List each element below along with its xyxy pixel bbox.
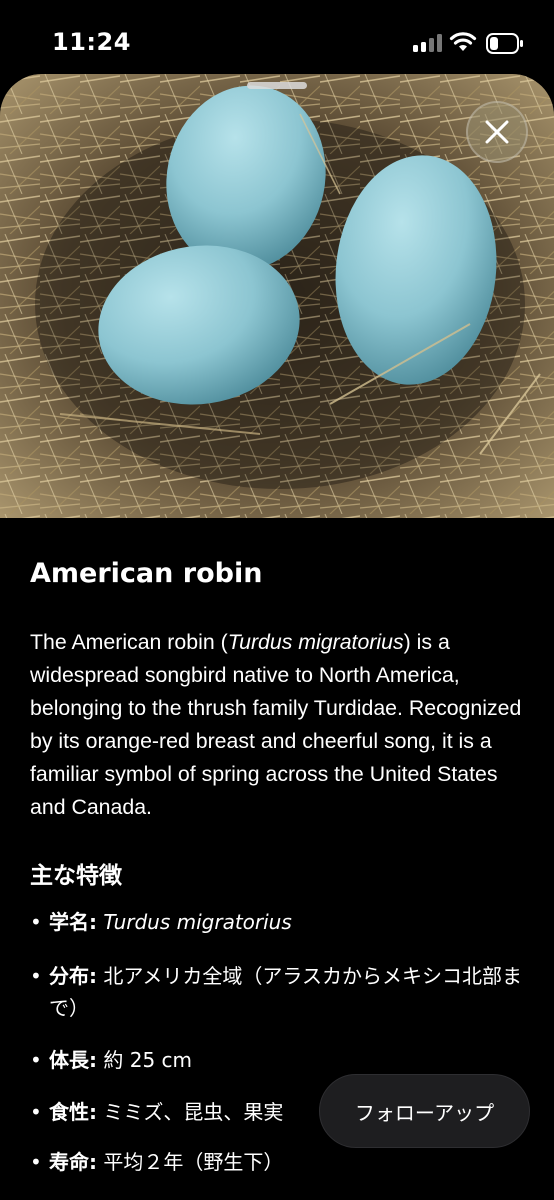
fact-value: ミミズ、昆虫、果実 [103,1100,284,1124]
fact-label: 分布: [49,964,97,988]
sheet-grabber[interactable] [247,82,307,89]
fact-value: Turdus migratorius [103,910,292,934]
bullet: • [30,1100,42,1124]
followup-button[interactable]: フォローアップ [319,1074,530,1148]
bullet: • [30,910,42,934]
fact-value: 平均２年（野生下） [103,1150,284,1174]
battery-low-icon [486,33,523,54]
close-button[interactable] [466,101,528,163]
description-text-end: ) is a widespread songbird native to Nor… [30,630,522,819]
fact-label: 寿命: [49,1150,97,1174]
bullet: • [30,964,42,988]
close-icon [485,120,509,144]
fact-value: 北アメリカ全域（アラスカからメキシコ北部まで） [49,964,522,1020]
cellular-signal-icon [413,34,443,52]
wifi-icon [449,32,477,51]
article-description: The American robin (Turdus migratorius) … [30,626,526,824]
fact-label: 学名: [49,910,97,934]
status-time: 11:24 [52,28,131,56]
description-text-start: The American robin ( [30,630,228,654]
bullet: • [30,1150,42,1174]
article-title: American robin [30,558,263,589]
fact-value: 約 25 cm [103,1048,193,1072]
fact-label: 体長: [49,1048,97,1072]
fact-label: 食性: [49,1100,97,1124]
status-bar: 11:24 [0,0,554,74]
scientific-name: Turdus migratorius [227,630,404,654]
section-title: 主な特徴 [30,863,122,889]
bullet: • [30,1048,42,1072]
